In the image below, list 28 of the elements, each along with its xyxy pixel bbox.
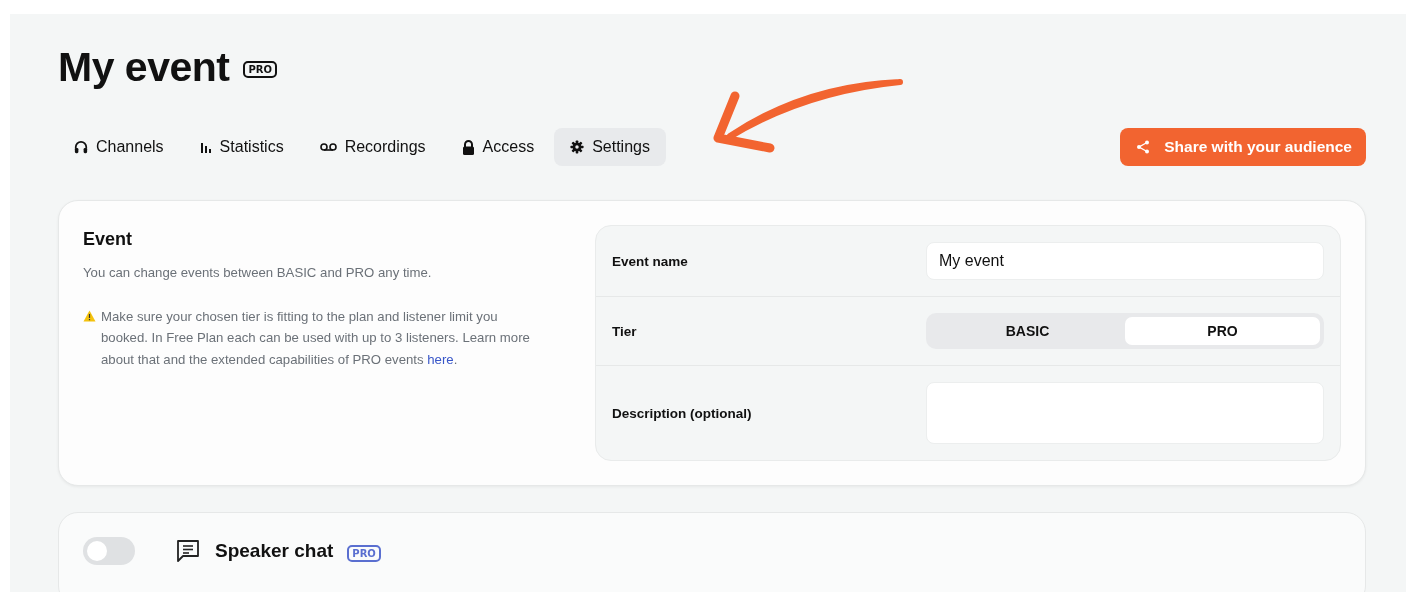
field-label: Description (optional) [612,405,753,421]
chat-icon [175,539,201,563]
section-title: Speaker chat [215,540,334,562]
toggle-switch[interactable] [83,537,135,565]
settings-icon [570,140,585,154]
pro-badge: PRO [347,544,381,562]
bar-chart-icon [199,141,212,153]
tier-option[interactable]: PRO [1125,317,1320,345]
share-icon [1136,140,1151,154]
warning-icon [83,309,96,322]
card-heading: Event [83,229,134,250]
event-name-field[interactable]: My event [926,242,1324,280]
tier-option[interactable]: BASIC [930,317,1125,345]
field-label: Tier [612,323,638,339]
here-link[interactable]: here [427,351,454,367]
tier-note: Make sure your chosen tier is fitting to the plan and listener limit you booked. In Free Plan each can be used with up to 3 listeners. Learn more about that and the extended capabilities of PRO events here. [101,307,531,369]
tab[interactable]: Recordings [303,128,442,166]
tab[interactable]: Access [445,128,551,166]
headphones-icon [74,140,88,154]
tab[interactable]: Statistics [183,128,300,166]
pro-badge: PRO [243,61,277,78]
lock-icon [461,139,475,155]
card-description: You can change events between BASIC and PRO any time. [83,264,433,282]
tab[interactable]: Settings [554,128,666,166]
voicemail-icon [319,142,337,152]
tab[interactable]: Channels [58,128,180,166]
page-title: My event [58,44,230,91]
field-label: Event name [612,253,689,269]
